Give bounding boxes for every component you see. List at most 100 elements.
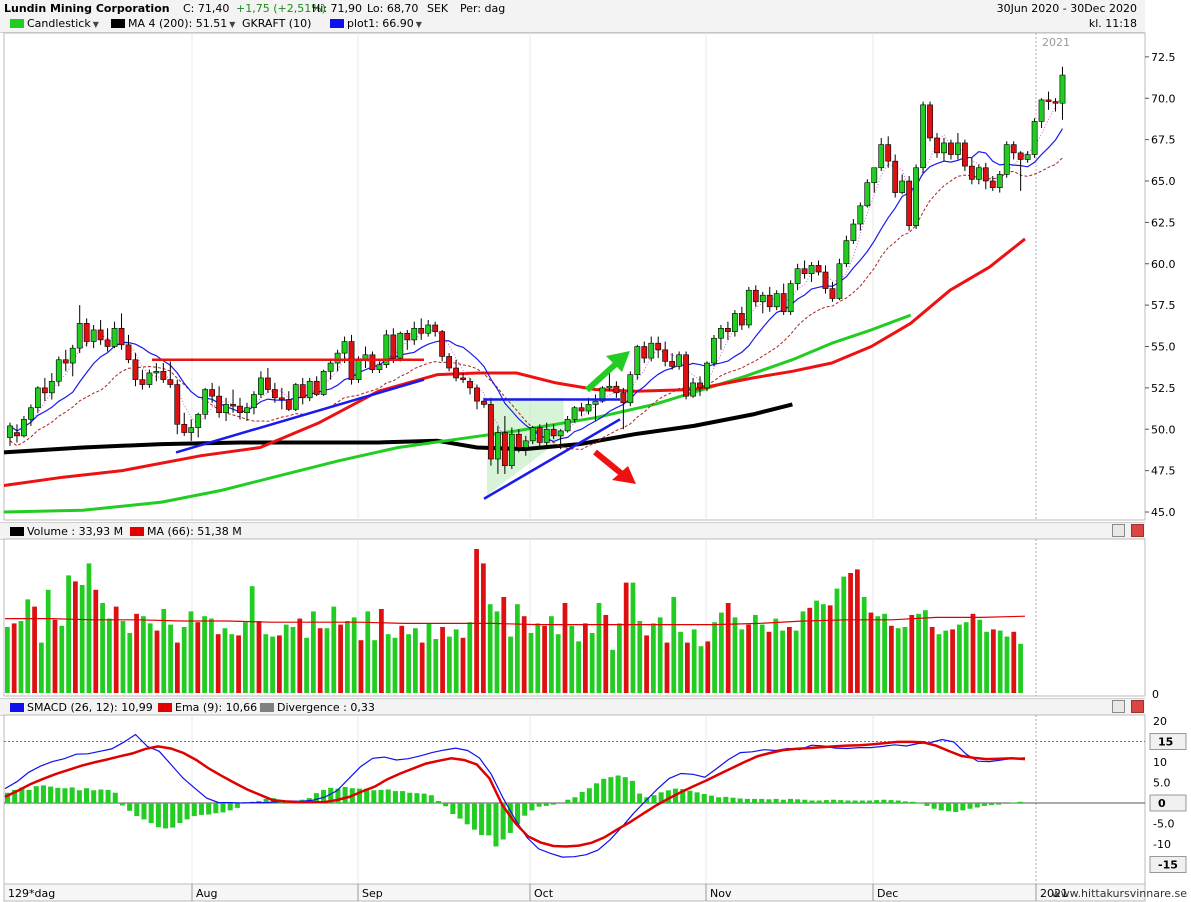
divergence-bar bbox=[967, 803, 973, 809]
divergence-bar bbox=[594, 783, 600, 803]
volume-bar bbox=[596, 603, 602, 693]
divergence-bar bbox=[974, 803, 980, 808]
volume-bar bbox=[202, 616, 207, 693]
volume-bar bbox=[936, 634, 942, 693]
volume-bar bbox=[685, 642, 690, 693]
candle-body bbox=[494, 432, 501, 460]
divergence-bar bbox=[443, 803, 449, 807]
candle-body bbox=[606, 385, 613, 389]
candle-body bbox=[376, 364, 383, 370]
candle-body bbox=[1010, 144, 1017, 154]
divergence-bar bbox=[953, 803, 959, 813]
divergence-bar bbox=[874, 800, 880, 803]
divergence-bar bbox=[464, 803, 470, 825]
candle-body bbox=[341, 341, 348, 354]
volume-bar bbox=[331, 606, 337, 693]
candle-body bbox=[278, 397, 285, 400]
candle-body bbox=[174, 384, 181, 425]
period-footer-label: 129*dag bbox=[8, 887, 55, 900]
volume-bar bbox=[739, 629, 745, 693]
volume-bar bbox=[644, 635, 649, 693]
volume-bar bbox=[691, 629, 697, 693]
candle-body bbox=[794, 268, 801, 284]
divergence-bar bbox=[371, 790, 377, 803]
volume-bar bbox=[970, 613, 976, 693]
divergence-bar bbox=[227, 803, 233, 811]
footer-site: www.hittakursvinnare.se bbox=[1051, 887, 1187, 900]
divergence-bar bbox=[687, 790, 693, 803]
volume-bar bbox=[1004, 636, 1010, 693]
volume-bar bbox=[304, 637, 309, 693]
candle-body bbox=[474, 387, 480, 402]
divergence-bar bbox=[435, 800, 442, 803]
volume-bar bbox=[657, 617, 663, 693]
divergence-bar bbox=[414, 793, 420, 803]
volume-bar bbox=[984, 631, 989, 693]
divergence-bar bbox=[931, 803, 937, 809]
y-tick-label: 57.5 bbox=[1151, 299, 1176, 312]
candle-body bbox=[578, 407, 585, 412]
y-tick-label: 67.5 bbox=[1151, 134, 1176, 147]
candle-body bbox=[585, 404, 592, 412]
candle-body bbox=[522, 440, 529, 448]
y-tick-label: 47.5 bbox=[1151, 465, 1176, 478]
candle-body bbox=[132, 359, 139, 380]
volume-bar bbox=[535, 623, 541, 693]
candle-body bbox=[306, 380, 313, 399]
volume-bar bbox=[787, 627, 792, 693]
volume-bar bbox=[93, 589, 99, 693]
divergence-bar bbox=[708, 795, 714, 803]
volume-bar bbox=[841, 576, 847, 693]
volume-bar bbox=[195, 622, 201, 693]
candle-body bbox=[327, 362, 334, 372]
divergence-bar bbox=[62, 788, 68, 803]
macd-value-badge-label: 0 bbox=[1158, 797, 1166, 810]
divergence-bar bbox=[938, 803, 944, 811]
volume-bar bbox=[630, 582, 636, 693]
divergence-bar bbox=[543, 803, 549, 806]
divergence-bar bbox=[98, 789, 104, 803]
candle-body bbox=[125, 344, 132, 361]
candle-body bbox=[460, 377, 466, 380]
divergence-bar bbox=[802, 799, 808, 803]
divergence-bar bbox=[198, 803, 204, 815]
y-tick-label: 60.0 bbox=[1151, 258, 1176, 271]
candle-body bbox=[153, 371, 160, 374]
volume-bar bbox=[678, 631, 683, 693]
volume-bar bbox=[508, 636, 513, 693]
candle-body bbox=[118, 327, 125, 346]
volume-bar bbox=[100, 603, 105, 693]
candle-body bbox=[571, 407, 578, 420]
divergence-bar bbox=[601, 778, 607, 803]
divergence-bar bbox=[385, 789, 391, 803]
volume-bar bbox=[317, 628, 323, 693]
divergence-bar bbox=[177, 803, 183, 824]
candle-body bbox=[160, 371, 167, 380]
candle-body bbox=[292, 384, 299, 410]
divergence-bar bbox=[773, 798, 779, 803]
volume-bar bbox=[73, 581, 78, 693]
volume-bar bbox=[290, 627, 296, 693]
candle-body bbox=[697, 382, 703, 389]
divergence-bar bbox=[141, 803, 147, 820]
volume-bar bbox=[746, 624, 751, 693]
divergence-bar bbox=[378, 789, 384, 803]
candle-body bbox=[28, 407, 34, 420]
stock-chart[interactable]: 72.5 70.0 67.5 65.0 62.5 60.0 57.5 55.0 52.5 50.0… bbox=[0, 0, 1191, 902]
divergence-bar bbox=[945, 803, 952, 812]
divergence-bar bbox=[737, 798, 743, 803]
volume-bar bbox=[277, 635, 282, 693]
candle-body bbox=[864, 182, 871, 207]
volume-bar bbox=[120, 621, 126, 693]
candle-body bbox=[397, 332, 404, 359]
volume-bar bbox=[909, 615, 915, 693]
divergence-bar bbox=[730, 797, 736, 803]
candle-body bbox=[718, 327, 724, 339]
volume-bar bbox=[732, 617, 738, 693]
volume-bar bbox=[39, 642, 44, 693]
volume-bar bbox=[991, 629, 996, 693]
divergence-bar bbox=[134, 803, 140, 817]
candle-body bbox=[320, 371, 327, 395]
volume-bar bbox=[467, 622, 473, 693]
candle-body bbox=[557, 430, 564, 437]
